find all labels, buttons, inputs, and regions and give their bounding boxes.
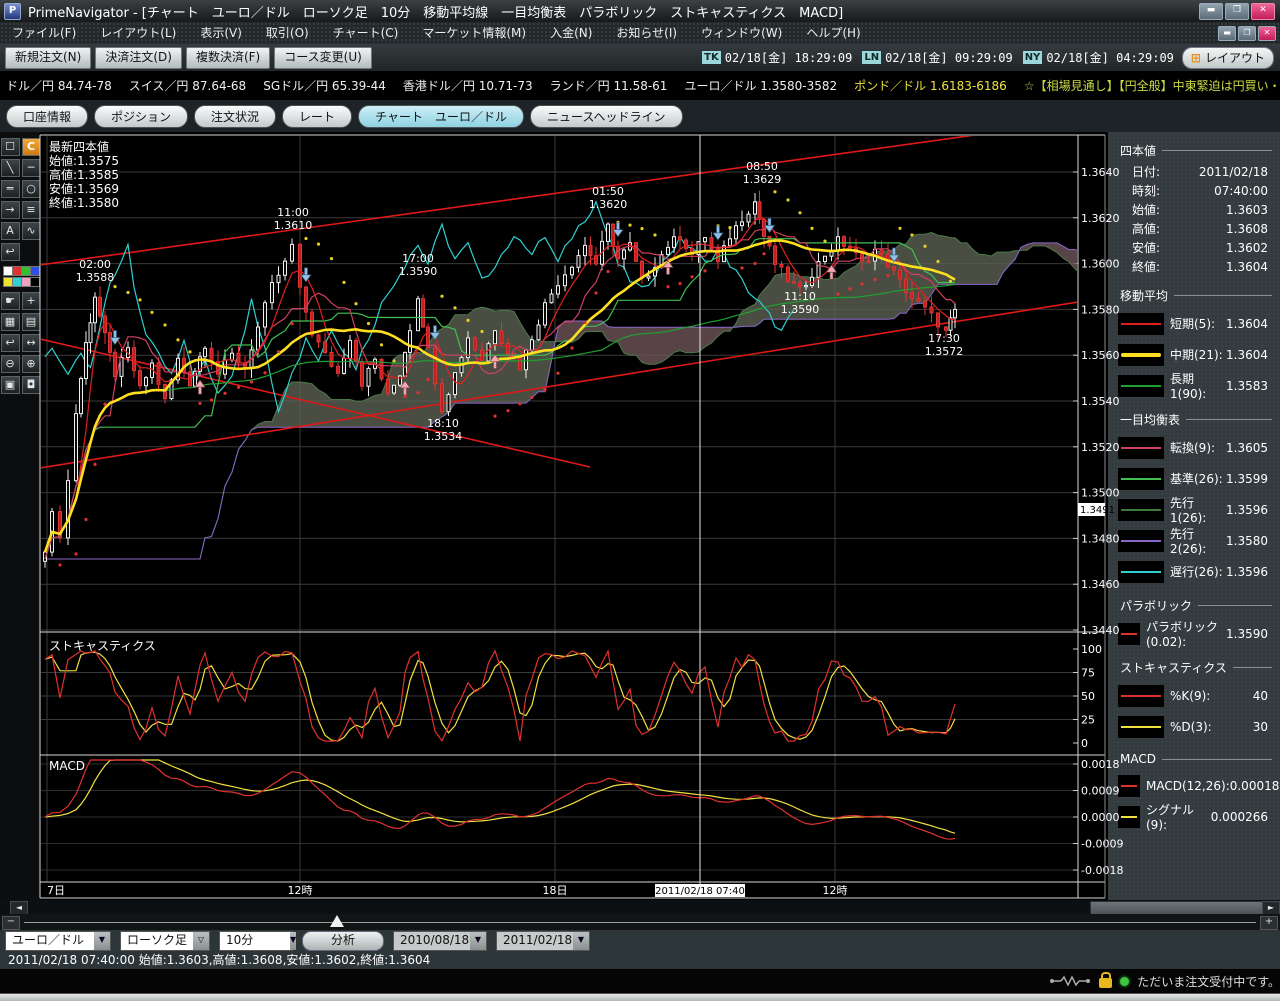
svg-text:1.3620: 1.3620 bbox=[1081, 212, 1120, 225]
svg-text:-0.0018: -0.0018 bbox=[1081, 864, 1123, 877]
svg-text:1.3640: 1.3640 bbox=[1081, 166, 1120, 179]
legend-title: 最新四本値 bbox=[49, 140, 119, 154]
svg-text:1.3480: 1.3480 bbox=[1081, 532, 1120, 545]
svg-text:1.3500: 1.3500 bbox=[1081, 487, 1120, 500]
legend-line-1: 高値:1.3585 bbox=[49, 168, 119, 182]
legend-line-3: 終値:1.3580 bbox=[49, 196, 119, 210]
swing-annotation-0: 02:001.3588 bbox=[76, 258, 115, 284]
svg-text:7日: 7日 bbox=[47, 884, 65, 897]
stochastics-pane-label: ストキャスティクス bbox=[49, 637, 156, 654]
svg-text:0: 0 bbox=[1081, 737, 1088, 750]
svg-text:-0.0009: -0.0009 bbox=[1081, 837, 1123, 850]
legend-line-0: 始値:1.3575 bbox=[49, 154, 119, 168]
swing-annotation-4: 01:501.3620 bbox=[589, 185, 628, 211]
legend-line-2: 安値:1.3569 bbox=[49, 182, 119, 196]
svg-text:100: 100 bbox=[1081, 643, 1102, 656]
swing-annotation-5: 08:501.3629 bbox=[743, 160, 782, 186]
svg-text:1.3491: 1.3491 bbox=[1080, 505, 1115, 516]
swing-annotation-6: 11:101.3590 bbox=[781, 290, 820, 316]
svg-text:1.3580: 1.3580 bbox=[1081, 303, 1120, 316]
swing-annotation-2: 17:001.3590 bbox=[399, 252, 438, 278]
chart-canvas[interactable]: 1.3640 1.3620 1.3600 1.3580 1.3560 1.3540 1.35… bbox=[0, 0, 1280, 1000]
svg-text:1.3600: 1.3600 bbox=[1081, 258, 1120, 271]
svg-text:12時: 12時 bbox=[823, 884, 848, 897]
macd-pane-label: MACD bbox=[49, 759, 85, 773]
swing-annotation-1: 11:001.3610 bbox=[274, 206, 313, 232]
svg-text:1.3440: 1.3440 bbox=[1081, 624, 1120, 637]
svg-text:0.0009: 0.0009 bbox=[1081, 785, 1120, 798]
svg-text:12時: 12時 bbox=[288, 884, 313, 897]
svg-text:2011/02/18 07:40: 2011/02/18 07:40 bbox=[655, 886, 745, 897]
svg-text:1.3460: 1.3460 bbox=[1081, 578, 1120, 591]
latest-ohlc-legend: 最新四本値始値:1.3575高値:1.3585安値:1.3569終値:1.358… bbox=[49, 140, 119, 210]
svg-text:1.3520: 1.3520 bbox=[1081, 441, 1120, 454]
swing-annotation-3: 18:101.3534 bbox=[424, 417, 463, 443]
swing-annotation-7: 17:301.3572 bbox=[925, 332, 964, 358]
svg-text:18日: 18日 bbox=[543, 884, 568, 897]
svg-text:1.3540: 1.3540 bbox=[1081, 395, 1120, 408]
svg-text:1.3560: 1.3560 bbox=[1081, 349, 1120, 362]
svg-text:0.0018: 0.0018 bbox=[1081, 758, 1120, 771]
svg-text:25: 25 bbox=[1081, 714, 1095, 727]
svg-text:75: 75 bbox=[1081, 667, 1095, 680]
svg-text:0.0000: 0.0000 bbox=[1081, 811, 1120, 824]
svg-text:50: 50 bbox=[1081, 690, 1095, 703]
